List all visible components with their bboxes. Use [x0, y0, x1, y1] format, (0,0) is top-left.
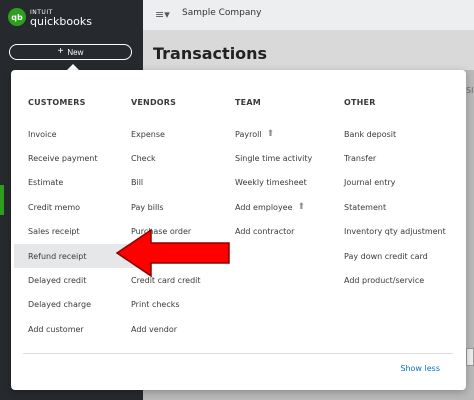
new-button[interactable]: + New: [9, 44, 132, 60]
menu-item-pay-down-credit-card[interactable]: Pay down credit card: [344, 244, 464, 268]
logo-quickbooks-text: quickbooks: [30, 15, 92, 28]
company-name: Sample Company: [182, 8, 262, 18]
menu-item-estimate[interactable]: Estimate: [28, 171, 128, 195]
menu-item-receive-payment[interactable]: Receive payment: [28, 146, 128, 170]
menu-item-bank-deposit[interactable]: Bank deposit: [344, 122, 464, 146]
menu-item-transfer[interactable]: Transfer: [344, 146, 464, 170]
menu-item-add-contractor[interactable]: Add contractor: [235, 220, 335, 244]
menu-item-delayed-charge[interactable]: Delayed charge: [28, 293, 128, 317]
menu-item-payroll[interactable]: Payroll ⬆: [235, 122, 335, 146]
menu-item-statement[interactable]: Statement: [344, 195, 464, 219]
active-nav-indicator: [0, 185, 4, 215]
menu-item-add-employee[interactable]: Add employee ⬆: [235, 195, 335, 219]
quickbooks-logo[interactable]: qb INTUIT quickbooks: [8, 8, 92, 28]
top-bar: ≡▾ Sample Company: [143, 0, 474, 30]
background-peek-text: Sl: [466, 86, 474, 95]
customers-heading: CUSTOMERS: [28, 98, 86, 107]
menu-toggle-icon[interactable]: ≡▾: [155, 8, 170, 21]
menu-item-add-vendor[interactable]: Add vendor: [131, 317, 231, 341]
menu-item-bill[interactable]: Bill: [131, 171, 231, 195]
menu-item-invoice[interactable]: Invoice: [28, 122, 128, 146]
menu-item-print-checks[interactable]: Print checks: [131, 293, 231, 317]
menu-divider: [23, 353, 453, 354]
background-peek-control: [466, 348, 474, 366]
menu-item-payroll-label: Payroll: [235, 129, 262, 139]
red-arrow-annotation: [115, 228, 230, 278]
customers-column: CUSTOMERS Invoice Receive payment Estima…: [14, 98, 139, 342]
new-dropdown-menu: CUSTOMERS Invoice Receive payment Estima…: [11, 70, 466, 390]
menu-item-single-time-activity[interactable]: Single time activity: [235, 146, 335, 170]
menu-item-pay-bills[interactable]: Pay bills: [131, 195, 231, 219]
menu-item-add-customer[interactable]: Add customer: [28, 317, 128, 341]
menu-item-journal-entry[interactable]: Journal entry: [344, 171, 464, 195]
team-heading: TEAM: [235, 98, 261, 107]
menu-item-inventory-qty-adjustment[interactable]: Inventory qty adjustment: [344, 220, 464, 244]
menu-item-credit-memo[interactable]: Credit memo: [28, 195, 128, 219]
new-button-label: New: [67, 47, 84, 57]
vendors-column: VENDORS Expense Check Bill Pay bills Pur…: [131, 98, 231, 342]
menu-item-add-employee-label: Add employee: [235, 202, 293, 212]
other-heading: OTHER: [344, 98, 376, 107]
menu-item-weekly-timesheet[interactable]: Weekly timesheet: [235, 171, 335, 195]
page-title: Transactions: [153, 44, 268, 63]
vendors-heading: VENDORS: [131, 98, 177, 107]
other-column: OTHER Bank deposit Transfer Journal entr…: [344, 98, 464, 293]
menu-item-add-product-service[interactable]: Add product/service: [344, 268, 464, 292]
show-less-link[interactable]: Show less: [400, 364, 440, 373]
menu-item-check[interactable]: Check: [131, 146, 231, 170]
upgrade-arrow-icon: ⬆: [297, 202, 306, 213]
menu-item-delayed-credit[interactable]: Delayed credit: [28, 268, 128, 292]
menu-item-expense[interactable]: Expense: [131, 122, 231, 146]
qb-logo-icon: qb: [8, 8, 26, 26]
team-column: TEAM Payroll ⬆ Single time activity Week…: [235, 98, 335, 244]
upgrade-arrow-icon: ⬆: [266, 129, 275, 140]
plus-icon: +: [57, 46, 64, 57]
menu-item-sales-receipt[interactable]: Sales receipt: [28, 220, 128, 244]
